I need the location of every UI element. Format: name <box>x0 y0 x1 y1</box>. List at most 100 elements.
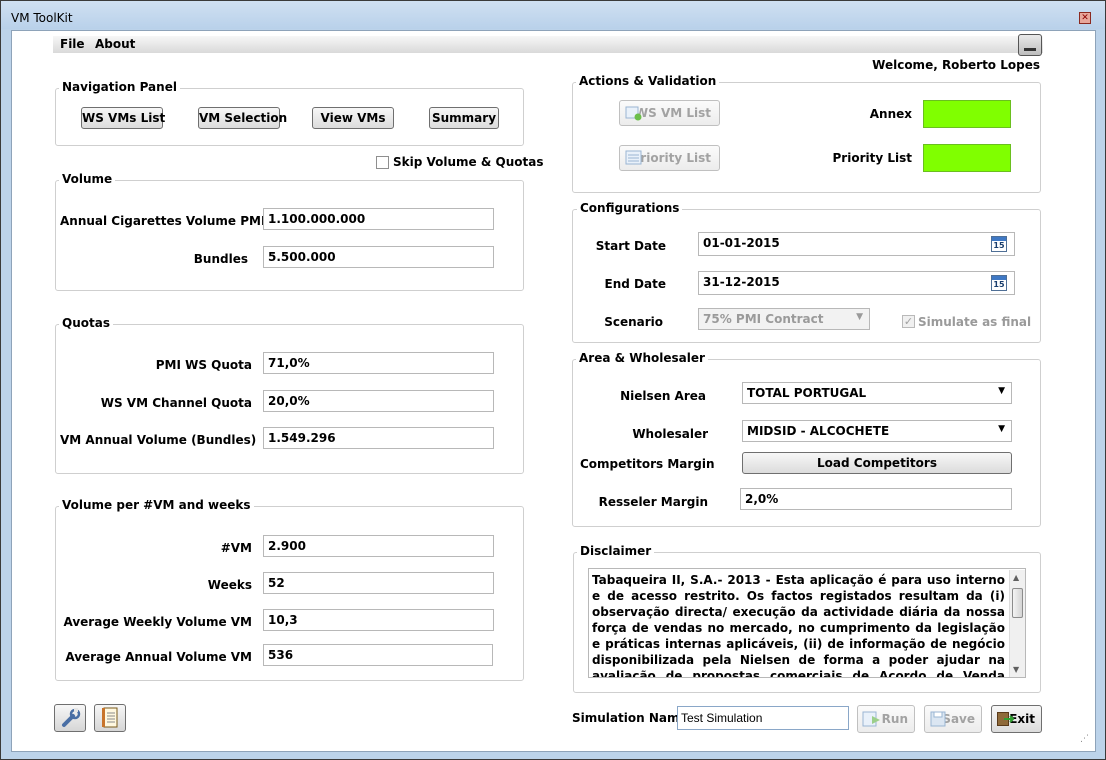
annex-indicator <box>923 100 1011 128</box>
exit-door-icon <box>997 712 1015 726</box>
annex-label: Annex <box>869 107 912 121</box>
ws-vm-list-button: WS VM List <box>619 100 720 126</box>
navigation-panel-title: Navigation Panel <box>59 80 180 94</box>
start-calendar-day: 15 <box>993 241 1005 250</box>
priority-list-label: Priority List <box>832 151 912 165</box>
end-date-value: 31-12-2015 <box>703 275 780 289</box>
list-add-icon <box>625 106 642 121</box>
vm-selection-button[interactable]: VM Selection <box>198 107 287 129</box>
scroll-down-icon[interactable]: ▼ <box>1013 665 1019 674</box>
run-button: Run <box>857 705 915 733</box>
minimize-icon <box>1024 48 1036 51</box>
menu-bar: File About <box>53 36 1043 53</box>
ws-vm-list-label: WS VM List <box>634 106 711 120</box>
load-competitors-button[interactable]: Load Competitors <box>742 452 1012 474</box>
settings-button[interactable] <box>54 704 86 732</box>
save-button: Save <box>924 705 982 733</box>
chevron-down-icon: ▼ <box>998 424 1005 434</box>
scenario-value: 75% PMI Contract <box>703 312 824 326</box>
vm-count-field[interactable]: 2.900 <box>263 535 494 557</box>
nielsen-area-value: TOTAL PORTUGAL <box>747 386 867 400</box>
summary-button[interactable]: Summary <box>429 107 499 129</box>
resseler-margin-field[interactable]: 2,0% <box>740 488 1012 510</box>
menu-about[interactable]: About <box>95 37 135 51</box>
start-date-label: Start Date <box>595 239 666 253</box>
nielsen-area-label: Nielsen Area <box>620 389 706 403</box>
start-date-value: 01-01-2015 <box>703 236 780 250</box>
close-button[interactable]: ✕ <box>1079 12 1091 24</box>
scenario-label: Scenario <box>604 315 663 329</box>
window-title: VM ToolKit <box>11 11 73 25</box>
simulation-name-label: Simulation Name: <box>572 711 693 725</box>
end-calendar-day: 15 <box>993 280 1005 289</box>
vm-count-label: #VM <box>220 541 252 555</box>
vm-annual-volume-label: VM Annual Volume (Bundles) <box>60 433 257 447</box>
end-date-field[interactable]: 31-12-2015 15 <box>698 271 1015 295</box>
vm-annual-volume-field[interactable]: 1.549.296 <box>263 427 494 449</box>
disclaimer-textbox[interactable]: Tabaqueira II, S.A.- 2013 - Esta aplicaç… <box>588 568 1026 678</box>
menu-file[interactable]: File <box>60 37 85 51</box>
wholesaler-value: MIDSID - ALCOCHETE <box>747 424 890 438</box>
scrollbar-thumb[interactable] <box>1012 588 1023 618</box>
annual-volume-label: Annual Cigarettes Volume PMI <box>60 214 266 228</box>
resize-grip-icon[interactable]: ⋰ <box>1080 734 1089 744</box>
exit-button[interactable]: Exit <box>991 705 1042 733</box>
bundles-label: Bundles <box>193 252 248 266</box>
annual-volume-field[interactable]: 1.100.000.000 <box>263 208 494 230</box>
average-annual-volume-label: Average Annual Volume VM <box>65 650 252 664</box>
simulation-name-input[interactable] <box>677 706 849 730</box>
skip-volume-checkbox[interactable] <box>376 156 389 169</box>
volume-per-vm-title: Volume per #VM and weeks <box>59 498 254 512</box>
ws-vms-list-button[interactable]: WS VMs List <box>81 107 165 129</box>
average-weekly-volume-field[interactable]: 10,3 <box>263 609 494 631</box>
ws-vm-channel-quota-field[interactable]: 20,0% <box>263 390 494 412</box>
disclaimer-scrollbar[interactable]: ▲ ▼ <box>1009 570 1025 677</box>
quotas-title: Quotas <box>59 316 113 330</box>
list-icon <box>625 150 642 165</box>
start-date-field[interactable]: 01-01-2015 15 <box>698 232 1015 256</box>
configurations-title: Configurations <box>577 201 683 215</box>
wholesaler-select[interactable]: MIDSID - ALCOCHETE ▼ <box>742 420 1012 442</box>
priority-list-button: Priority List <box>619 145 720 171</box>
chevron-down-icon: ▼ <box>998 386 1005 396</box>
chevron-down-icon: ▼ <box>856 312 863 322</box>
pmi-ws-quota-field[interactable]: 71,0% <box>263 352 494 374</box>
area-wholesaler-title: Area & Wholesaler <box>576 351 708 365</box>
resseler-margin-label: Resseler Margin <box>598 495 708 509</box>
end-date-label: End Date <box>604 277 666 291</box>
wholesaler-label: Wholesaler <box>632 427 708 441</box>
view-vms-button[interactable]: View VMs <box>312 107 394 129</box>
nielsen-area-select[interactable]: TOTAL PORTUGAL ▼ <box>742 382 1012 404</box>
volume-group <box>55 180 524 291</box>
bundles-field[interactable]: 5.500.000 <box>263 246 494 268</box>
pmi-ws-quota-label: PMI WS Quota <box>155 358 252 372</box>
competitors-margin-label: Competitors Margin <box>580 457 715 471</box>
volume-title: Volume <box>59 172 116 186</box>
minimize-button[interactable] <box>1018 34 1042 56</box>
report-button[interactable] <box>94 704 126 732</box>
weeks-field[interactable]: 52 <box>263 572 494 594</box>
floppy-save-icon <box>930 711 946 727</box>
disclaimer-title: Disclaimer <box>577 544 655 558</box>
close-icon: ✕ <box>1081 13 1089 23</box>
calendar-icon[interactable]: 15 <box>991 236 1007 252</box>
ws-vm-channel-quota-label: WS VM Channel Quota <box>100 396 252 410</box>
wrench-icon <box>62 708 81 727</box>
run-label: Run <box>881 712 908 726</box>
simulate-final-label: Simulate as final <box>918 315 1032 329</box>
notebook-icon <box>102 707 118 728</box>
calendar-icon[interactable]: 15 <box>991 275 1007 291</box>
scenario-select: 75% PMI Contract ▼ <box>698 308 870 330</box>
weeks-label: Weeks <box>207 578 252 592</box>
play-icon <box>862 711 880 727</box>
simulate-final-checkbox: ✓ <box>902 315 915 328</box>
actions-validation-group <box>572 82 1041 193</box>
average-weekly-volume-label: Average Weekly Volume VM <box>63 615 252 629</box>
scroll-up-icon[interactable]: ▲ <box>1013 573 1019 582</box>
skip-volume-label: Skip Volume & Quotas <box>393 155 544 169</box>
title-bar: VM ToolKit ✕ <box>1 1 1105 29</box>
average-annual-volume-field[interactable]: 536 <box>263 644 493 666</box>
actions-validation-title: Actions & Validation <box>576 74 720 88</box>
welcome-text: Welcome, Roberto Lopes <box>872 58 1040 72</box>
priority-list-button-label: Priority List <box>631 151 711 165</box>
